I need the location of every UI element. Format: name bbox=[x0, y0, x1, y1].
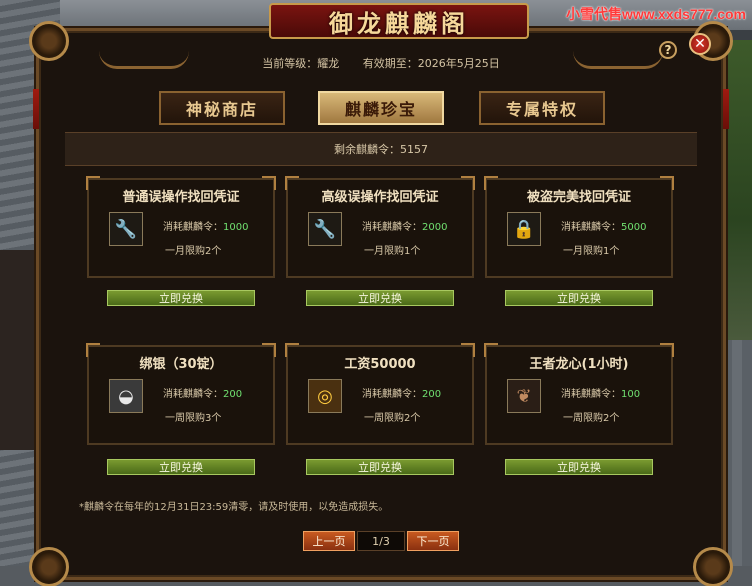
dragon-heart-icon[interactable]: ❦ bbox=[507, 379, 541, 413]
redeem-button[interactable]: 立即兑换 bbox=[306, 290, 454, 306]
purchase-limit: 一月限购1个 bbox=[563, 246, 620, 257]
cost-label: 消耗麒麟令： bbox=[163, 222, 223, 233]
item-cost: 消耗麒麟令：200 bbox=[163, 385, 242, 400]
close-icon: ✕ bbox=[694, 36, 706, 52]
window-title: 御龙麒麟阁 bbox=[329, 8, 469, 38]
item-card: 普通误操作找回凭证 🔧 消耗麒麟令：1000 一月限购2个 bbox=[86, 176, 276, 278]
page-indicator: 1/3 bbox=[357, 531, 405, 551]
cost-label: 消耗麒麟令： bbox=[362, 389, 422, 400]
pagination: 上一页 1/3 下一页 bbox=[303, 531, 459, 551]
purchase-limit: 一周限购3个 bbox=[165, 413, 222, 424]
tab-exclusive-privileges[interactable]: 专属特权 bbox=[479, 91, 605, 125]
corner-ornament bbox=[693, 547, 733, 586]
reset-notice: *麒麟令在每年的12月31日23:59清零，请及时使用，以免造成损失。 bbox=[79, 502, 389, 513]
cost-value: 5000 bbox=[621, 222, 647, 233]
redeem-button[interactable]: 立即兑换 bbox=[107, 290, 255, 306]
redeem-button[interactable]: 立即兑换 bbox=[505, 459, 653, 475]
purchase-limit: 一月限购2个 bbox=[165, 246, 222, 257]
item-title: 绑银（30锭） bbox=[139, 357, 223, 372]
redeem-button[interactable]: 立即兑换 bbox=[505, 290, 653, 306]
gold-coins-icon[interactable]: ◎ bbox=[308, 379, 342, 413]
redeem-button[interactable]: 立即兑换 bbox=[107, 459, 255, 475]
item-card: 王者龙心(1小时) ❦ 消耗麒麟令：100 一周限购2个 bbox=[484, 343, 674, 445]
lock-icon[interactable]: 🔒 bbox=[507, 212, 541, 246]
expiry-date: 有效期至：2026年5月25日 bbox=[362, 57, 500, 70]
close-button[interactable]: ✕ bbox=[689, 33, 711, 55]
tab-qilin-treasures[interactable]: 麒麟珍宝 bbox=[318, 91, 444, 125]
window-title-plate: 御龙麒麟阁 bbox=[269, 3, 529, 39]
item-cost: 消耗麒麟令：2000 bbox=[362, 218, 447, 233]
remaining-tokens: 剩余麒麟令：5157 bbox=[65, 132, 697, 166]
purchase-limit: 一月限购1个 bbox=[364, 246, 421, 257]
purchase-limit: 一周限购2个 bbox=[364, 413, 421, 424]
cost-label: 消耗麒麟令： bbox=[561, 389, 621, 400]
tab-mystery-shop[interactable]: 神秘商店 bbox=[159, 91, 285, 125]
cost-value: 1000 bbox=[223, 222, 249, 233]
next-page-button[interactable]: 下一页 bbox=[407, 531, 459, 551]
cost-label: 消耗麒麟令： bbox=[561, 222, 621, 233]
item-title: 普通误操作找回凭证 bbox=[122, 190, 240, 205]
item-title: 高级误操作找回凭证 bbox=[321, 190, 439, 205]
item-card: 被盗完美找回凭证 🔒 消耗麒麟令：5000 一月限购1个 bbox=[484, 176, 674, 278]
item-title: 被盗完美找回凭证 bbox=[526, 190, 631, 205]
cost-label: 消耗麒麟令： bbox=[362, 222, 422, 233]
wrench-icon[interactable]: 🔧 bbox=[109, 212, 143, 246]
redeem-button[interactable]: 立即兑换 bbox=[306, 459, 454, 475]
item-cost: 消耗麒麟令：200 bbox=[362, 385, 441, 400]
item-title: 王者龙心(1小时) bbox=[529, 357, 629, 372]
cost-label: 消耗麒麟令： bbox=[163, 389, 223, 400]
silver-ingot-icon[interactable]: ◒ bbox=[109, 379, 143, 413]
corner-ornament bbox=[29, 547, 69, 586]
tassel-decoration bbox=[723, 89, 729, 129]
item-card: 绑银（30锭） ◒ 消耗麒麟令：200 一周限购3个 bbox=[86, 343, 276, 445]
membership-info: 当前等级：耀龙 有效期至：2026年5月25日 bbox=[39, 55, 723, 71]
item-title: 工资50000 bbox=[344, 357, 416, 372]
tab-bar: 神秘商店 麒麟珍宝 专属特权 bbox=[39, 91, 723, 127]
item-cost: 消耗麒麟令：5000 bbox=[561, 218, 646, 233]
cost-value: 2000 bbox=[422, 222, 448, 233]
purchase-limit: 一周限购2个 bbox=[563, 413, 620, 424]
cost-value: 100 bbox=[621, 389, 641, 400]
prev-page-button[interactable]: 上一页 bbox=[303, 531, 355, 551]
cost-value: 200 bbox=[223, 389, 243, 400]
current-level: 当前等级：耀龙 bbox=[262, 57, 340, 70]
item-card: 工资50000 ◎ 消耗麒麟令：200 一周限购2个 bbox=[285, 343, 475, 445]
qilin-pavilion-window: 御龙麒麟阁 ? ✕ 当前等级：耀龙 有效期至：2026年5月25日 神秘商店 麒… bbox=[29, 3, 733, 586]
cost-value: 200 bbox=[422, 389, 442, 400]
item-card: 高级误操作找回凭证 🔧 消耗麒麟令：2000 一月限购1个 bbox=[285, 176, 475, 278]
wrench-icon[interactable]: 🔧 bbox=[308, 212, 342, 246]
item-cost: 消耗麒麟令：100 bbox=[561, 385, 640, 400]
item-cost: 消耗麒麟令：1000 bbox=[163, 218, 248, 233]
